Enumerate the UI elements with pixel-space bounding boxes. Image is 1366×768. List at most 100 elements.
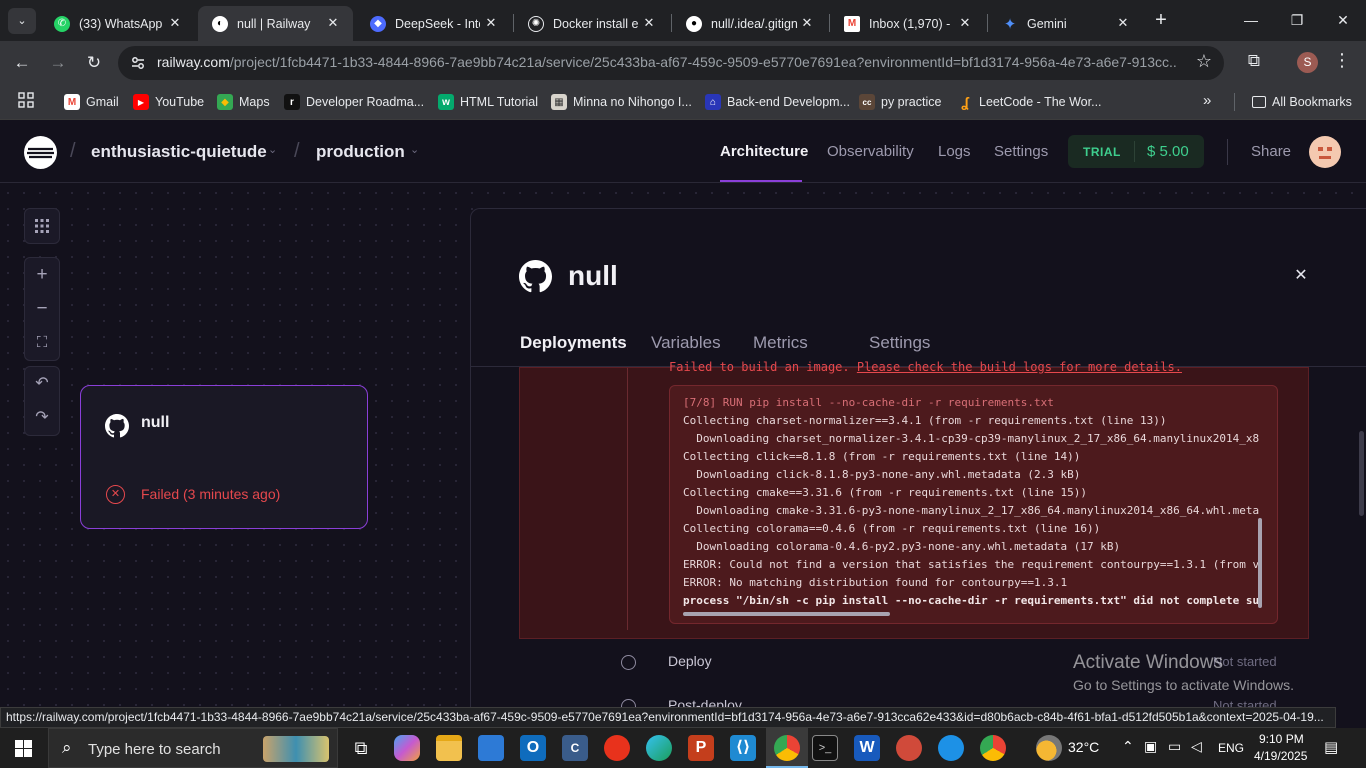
tab-metrics[interactable]: Metrics xyxy=(753,333,808,353)
meet-now-icon[interactable]: ▣ xyxy=(1144,738,1157,755)
media-app-icon[interactable] xyxy=(604,735,630,761)
project-name[interactable]: enthusiastic-quietude xyxy=(91,142,267,162)
extensions-icon[interactable]: ⧉ xyxy=(1243,51,1265,73)
notifications-icon[interactable]: ▤ xyxy=(1324,738,1338,756)
forward-arrow-icon[interactable]: → xyxy=(44,49,72,77)
chevron-down-icon[interactable]: ⌄ xyxy=(268,143,277,156)
chevron-down-icon[interactable]: ⌄ xyxy=(410,143,419,156)
bookmark-maps[interactable]: ◆ Maps xyxy=(217,92,270,112)
site-info-icon[interactable] xyxy=(130,55,146,71)
close-tab-icon[interactable]: ✕ xyxy=(1113,13,1133,33)
close-tab-icon[interactable]: ✕ xyxy=(639,13,659,33)
volume-icon[interactable]: ◁ xyxy=(1191,738,1202,755)
grid-icon[interactable] xyxy=(25,209,59,243)
bookmark-minna-no-nihongo[interactable]: ▦ Minna no Nihongo I... xyxy=(551,92,692,112)
environment-name[interactable]: production xyxy=(316,142,405,162)
nav-architecture[interactable]: Architecture xyxy=(720,143,808,160)
bookmark-developer-roadmap[interactable]: r Developer Roadma... xyxy=(284,92,424,112)
tab-gmail-inbox[interactable]: M Inbox (1,970) - s ✕ xyxy=(830,6,985,41)
nav-logs[interactable]: Logs xyxy=(938,143,971,160)
windows-start-icon[interactable] xyxy=(15,740,32,757)
more-bookmarks-icon[interactable]: » xyxy=(1203,92,1211,109)
timeline-line xyxy=(627,368,628,630)
tab-deepseek[interactable]: ◆ DeepSeek - Into ✕ xyxy=(356,6,511,41)
tab-github[interactable]: ● null/.idea/.gitign ✕ xyxy=(672,6,827,41)
trial-credit-badge[interactable]: TRIAL $ 5.00 xyxy=(1068,135,1204,168)
tab-whatsapp[interactable]: ✆ (33) WhatsApp ✕ xyxy=(40,6,195,41)
build-log-box[interactable]: [7/8] RUN pip install --no-cache-dir -r … xyxy=(669,385,1278,624)
profile-avatar[interactable]: S xyxy=(1297,52,1318,73)
build-logs-link[interactable]: Please check the build logs for more det… xyxy=(857,360,1182,374)
close-window-icon[interactable]: ✕ xyxy=(1320,0,1366,40)
chrome-menu-icon[interactable]: ⋮ xyxy=(1332,50,1352,74)
apps-grid-icon[interactable] xyxy=(18,92,34,108)
log-line: ERROR: Could not find a version that sat… xyxy=(683,558,1260,571)
weather-icon[interactable] xyxy=(1036,735,1062,761)
drawer-scrollbar[interactable] xyxy=(1359,431,1364,516)
gmail-icon: M xyxy=(844,15,860,32)
tab-railway[interactable]: ◐ null | Railway ✕ xyxy=(198,6,353,41)
snipping-tool-icon[interactable] xyxy=(896,735,922,761)
close-drawer-icon[interactable]: ✕ xyxy=(1291,265,1311,285)
chevron-up-icon[interactable]: ⌃ xyxy=(1122,738,1134,755)
copilot-icon[interactable] xyxy=(394,735,420,761)
tab-search-button[interactable]: ⌄ xyxy=(8,8,36,34)
edge-icon[interactable] xyxy=(646,735,672,761)
vscode-icon[interactable]: ⟨⟩ xyxy=(730,735,756,761)
word-icon[interactable]: W xyxy=(854,735,880,761)
clock-date[interactable]: 4/19/2025 xyxy=(1254,749,1307,763)
clock-time[interactable]: 9:10 PM xyxy=(1259,732,1304,746)
terminal-app-icon[interactable]: C xyxy=(562,735,588,761)
bookmark-gmail[interactable]: M Gmail xyxy=(64,92,119,112)
chrome-icon[interactable] xyxy=(774,735,800,761)
close-tab-icon[interactable]: ✕ xyxy=(165,13,185,33)
chrome-icon[interactable] xyxy=(980,735,1006,761)
restore-icon[interactable]: ❐ xyxy=(1274,0,1320,40)
tab-variables[interactable]: Variables xyxy=(651,333,721,353)
tab-deployments[interactable]: Deployments xyxy=(520,333,627,353)
nav-settings[interactable]: Settings xyxy=(994,143,1048,160)
close-tab-icon[interactable]: ✕ xyxy=(955,13,975,33)
taskbar-search-box[interactable]: ⌕ Type here to search xyxy=(48,728,338,768)
bookmark-youtube[interactable]: ▶ YouTube xyxy=(133,92,204,112)
minimize-icon[interactable]: — xyxy=(1228,0,1274,40)
fit-view-icon[interactable]: ⛶ xyxy=(25,326,59,360)
language-indicator[interactable]: ENG xyxy=(1218,741,1244,755)
user-avatar[interactable] xyxy=(1309,136,1341,168)
url-bar[interactable]: railway.com/project/1fcb4471-1b33-4844-8… xyxy=(118,46,1224,80)
reload-icon[interactable]: ↻ xyxy=(80,49,108,77)
outlook-icon[interactable]: O xyxy=(520,735,546,761)
nav-observability[interactable]: Observability xyxy=(827,143,914,160)
service-card[interactable]: null ✕ Failed (3 minutes ago) xyxy=(80,385,368,529)
bookmark-py-practice[interactable]: cc py practice xyxy=(859,92,941,112)
log-horizontal-scrollbar[interactable] xyxy=(683,612,890,616)
share-button[interactable]: Share xyxy=(1251,143,1291,160)
file-explorer-icon[interactable] xyxy=(436,735,462,761)
back-arrow-icon[interactable]: ← xyxy=(8,49,36,77)
tab-settings[interactable]: Settings xyxy=(869,333,930,353)
temperature[interactable]: 32°C xyxy=(1068,739,1099,755)
bookmark-backend-development[interactable]: ⌂ Back-end Developm... xyxy=(705,92,850,112)
battery-icon[interactable]: ▭ xyxy=(1168,738,1181,755)
close-tab-icon[interactable]: ✕ xyxy=(797,13,817,33)
redo-icon[interactable]: ↷ xyxy=(25,401,59,435)
close-tab-icon[interactable]: ✕ xyxy=(323,13,343,33)
zoom-out-icon[interactable]: − xyxy=(25,292,59,326)
command-prompt-icon[interactable]: >_ xyxy=(812,735,838,761)
log-vertical-scrollbar[interactable] xyxy=(1258,518,1262,608)
all-bookmarks-folder[interactable]: All Bookmarks xyxy=(1252,92,1352,112)
bookmark-html-tutorial[interactable]: w HTML Tutorial xyxy=(438,92,538,112)
microsoft-store-icon[interactable] xyxy=(478,735,504,761)
close-tab-icon[interactable]: ✕ xyxy=(481,13,501,33)
undo-icon[interactable]: ↶ xyxy=(25,367,59,401)
docker-icon[interactable] xyxy=(938,735,964,761)
zoom-in-icon[interactable]: + xyxy=(25,258,59,292)
tab-docker-install[interactable]: ✺ Docker install en ✕ xyxy=(514,6,669,41)
powerpoint-icon[interactable]: P xyxy=(688,735,714,761)
railway-logo-icon[interactable] xyxy=(24,136,57,169)
task-view-icon[interactable]: ⧉ xyxy=(348,735,374,761)
bookmark-star-icon[interactable]: ☆ xyxy=(1196,51,1212,72)
new-tab-button[interactable]: + xyxy=(1150,8,1172,32)
tab-gemini[interactable]: ✦ Gemini ✕ xyxy=(988,6,1143,41)
bookmark-leetcode[interactable]: ʆ LeetCode - The Wor... xyxy=(957,92,1101,112)
